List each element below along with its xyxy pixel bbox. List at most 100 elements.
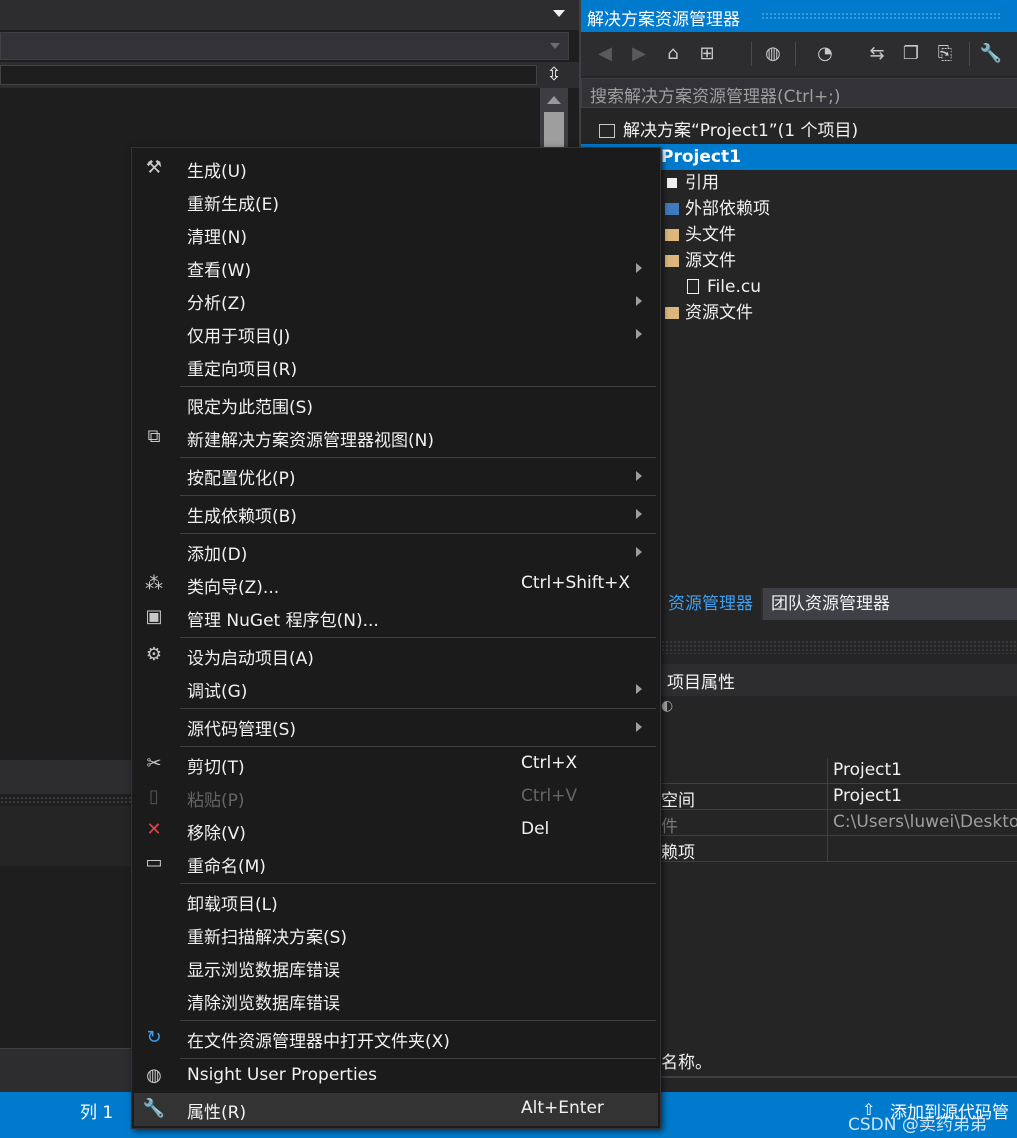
submenu-arrow-icon [636, 263, 642, 273]
menu-item-project-only[interactable]: 仅用于项目(J) [134, 317, 658, 350]
collapse-all-icon[interactable]: ❐ [897, 40, 925, 68]
menu-item-label: 类向导(Z)... [187, 578, 280, 598]
property-value: Project1 [833, 760, 902, 780]
menu-item-rename[interactable]: ▭ 重命名(M) [134, 847, 658, 880]
new-view-icon: ⧉ [147, 426, 161, 447]
menu-item-label: 在文件资源管理器中打开文件夹(X) [187, 1032, 450, 1052]
file-icon [687, 279, 699, 294]
tree-item-resource-files[interactable]: 资源文件 [665, 300, 753, 326]
build-icon: ⚒ [145, 157, 163, 178]
switch-views-icon[interactable]: ⊞ [693, 40, 721, 68]
menu-item-label: 分析(Z) [187, 294, 246, 314]
menu-item-label: 移除(V) [187, 824, 246, 844]
submenu-arrow-icon [636, 684, 642, 694]
tree-item-solution[interactable]: 解决方案“Project1”(1 个项目) [599, 118, 858, 144]
solution-search-input[interactable]: 搜索解决方案资源管理器(Ctrl+;) [581, 78, 1017, 108]
member-dropdown[interactable] [0, 65, 537, 85]
solution-explorer-titlebar: 解决方案资源管理器 [581, 0, 1017, 32]
menu-item-paste[interactable]: ▯ 粘贴(P) Ctrl+V [134, 781, 658, 814]
menu-item-clear-db-errors[interactable]: 清除浏览数据库错误 [134, 984, 658, 1017]
menu-item-remove[interactable]: ✕ 移除(V) Del [134, 814, 658, 847]
menu-item-open-in-explorer[interactable]: ↻ 在文件资源管理器中打开文件夹(X) [134, 1022, 658, 1055]
menu-item-debug[interactable]: 调试(G) [134, 672, 658, 705]
menu-item-label: 属性(R) [187, 1103, 247, 1123]
property-key: 赖项 [661, 843, 695, 863]
menu-item-label: 生成依赖项(B) [187, 507, 297, 527]
tree-item-file[interactable]: File.cu [687, 274, 761, 300]
menu-item-label: 源代码管理(S) [187, 720, 297, 740]
sync-icon[interactable]: ⇆ [863, 40, 891, 68]
folder-icon [665, 255, 679, 267]
wrench-icon: 🔧 [142, 1098, 166, 1119]
paste-icon: ▯ [149, 786, 159, 807]
globe-icon[interactable]: ◍ [759, 40, 787, 68]
menu-item-new-explorer-view[interactable]: ⧉ 新建解决方案资源管理器视图(N) [134, 421, 658, 454]
tree-item-label: 资源文件 [685, 303, 753, 323]
property-divider [827, 810, 828, 836]
menu-separator [180, 883, 656, 884]
property-pages-icon[interactable]: ◐ [661, 698, 681, 718]
menu-item-nsight-properties[interactable]: ◍ Nsight User Properties [134, 1060, 658, 1093]
menu-item-scope-to-this[interactable]: 限定为此范围(S) [134, 388, 658, 421]
menu-item-cut[interactable]: ✂ 剪切(T) Ctrl+X [134, 748, 658, 781]
menu-item-analyze[interactable]: 分析(Z) [134, 284, 658, 317]
forward-icon[interactable]: ▶ [625, 40, 653, 68]
menu-separator [180, 637, 656, 638]
menu-item-label: 查看(W) [187, 261, 252, 281]
menu-item-clean[interactable]: 清理(N) [134, 218, 658, 251]
menu-separator [180, 457, 656, 458]
nuget-icon: ▣ [145, 606, 163, 627]
tree-item-references[interactable]: 引用 [667, 170, 719, 196]
toolbar-separator [751, 42, 752, 66]
submenu-arrow-icon [636, 509, 642, 519]
properties-wrench-icon[interactable]: 🔧 [977, 40, 1005, 68]
menu-item-set-startup[interactable]: ⚙ 设为启动项目(A) [134, 639, 658, 672]
menu-item-label: 生成(U) [187, 162, 247, 182]
show-all-files-icon[interactable]: ⎘ [931, 40, 959, 68]
menu-item-show-db-errors[interactable]: 显示浏览数据库错误 [134, 951, 658, 984]
tree-item-source-files[interactable]: 源文件 [665, 248, 736, 274]
pending-changes-icon[interactable]: ◔ [811, 40, 839, 68]
properties-title: 项目属性 [667, 673, 735, 693]
menu-item-shortcut: Del [521, 819, 550, 839]
open-folder-icon: ↻ [146, 1027, 162, 1048]
menu-item-retarget[interactable]: 重定向项目(R) [134, 350, 658, 383]
menu-item-label: 清除浏览数据库错误 [187, 994, 340, 1014]
tree-item-external-deps[interactable]: 外部依赖项 [665, 196, 770, 222]
menu-item-properties[interactable]: 🔧 属性(R) Alt+Enter [134, 1093, 658, 1126]
tab-team-explorer[interactable]: 团队资源管理器 [763, 588, 1017, 620]
menu-item-label: 仅用于项目(J) [187, 327, 291, 347]
menu-item-unload[interactable]: 卸载项目(L) [134, 885, 658, 918]
menu-item-class-wizard[interactable]: ⁂ 类向导(Z)... Ctrl+Shift+X [134, 568, 658, 601]
menu-item-build[interactable]: ⚒ 生成(U) [134, 152, 658, 185]
home-icon[interactable]: ⌂ [659, 40, 687, 68]
menu-item-label: 剪切(T) [187, 758, 245, 778]
scroll-up-icon[interactable] [547, 96, 561, 104]
editor-navigation-dropdown[interactable] [0, 32, 569, 60]
menu-item-rebuild[interactable]: 重新生成(E) [134, 185, 658, 218]
split-window-icon[interactable]: ⇳ [541, 63, 567, 87]
remove-icon: ✕ [146, 819, 162, 840]
menu-item-add[interactable]: 添加(D) [134, 535, 658, 568]
menu-item-shortcut: Ctrl+Shift+X [521, 573, 631, 593]
class-wizard-icon: ⁂ [145, 573, 163, 594]
menu-item-shortcut: Ctrl+V [521, 786, 578, 806]
menu-item-label: 重新生成(E) [187, 195, 280, 215]
menu-item-nuget[interactable]: ▣ 管理 NuGet 程序包(N)... [134, 601, 658, 634]
menu-separator [180, 495, 656, 496]
menu-item-build-dependencies[interactable]: 生成依赖项(B) [134, 497, 658, 530]
menu-item-rescan[interactable]: 重新扫描解决方案(S) [134, 918, 658, 951]
submenu-arrow-icon [636, 722, 642, 732]
property-key: 空间 [661, 791, 695, 811]
menu-item-source-control[interactable]: 源代码管理(S) [134, 710, 658, 743]
tab-dropdown-icon[interactable] [553, 10, 565, 17]
tree-item-header-files[interactable]: 头文件 [665, 222, 736, 248]
menu-item-label: 调试(G) [187, 682, 248, 702]
submenu-arrow-icon [636, 329, 642, 339]
property-divider [827, 758, 828, 784]
menu-item-pgo[interactable]: 按配置优化(P) [134, 459, 658, 492]
menu-item-label: 设为启动项目(A) [187, 649, 314, 669]
menu-item-view[interactable]: 查看(W) [134, 251, 658, 284]
back-icon[interactable]: ◀ [591, 40, 619, 68]
scroll-thumb[interactable] [544, 112, 564, 152]
